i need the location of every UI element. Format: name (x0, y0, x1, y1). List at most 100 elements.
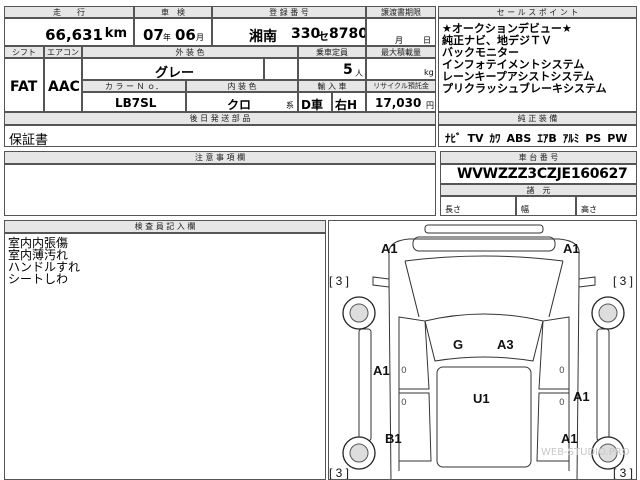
vehicle-diagram: 0 0 0 0 A1 A1 [ 3 ] [ 3 ] G A3 A1 U1 A1 … (329, 224, 633, 480)
left-side-strip (358, 328, 372, 442)
handle-cell: 右H (332, 92, 366, 112)
interior-color-unit: 系 (286, 101, 294, 110)
exterior-color-cell: グレー (82, 58, 264, 80)
mileage-value: 66,631 (45, 26, 103, 44)
max-load-unit: kg (424, 68, 434, 77)
equipment-item: ｴｱB (537, 132, 557, 145)
mark-roof: U1 (473, 391, 490, 406)
equipment-item: PS (585, 132, 602, 145)
height-label: 高さ (581, 205, 597, 214)
front-right-hub (598, 303, 618, 323)
mark-wheel-rear-right: [ 3 ] (613, 466, 633, 480)
mileage-cell: 66,631 km (4, 18, 134, 46)
chassis-label: 車 台 番 号 (440, 151, 637, 164)
inspection-label: 車 検 (134, 6, 212, 18)
sales-points-label: セ ー ル ス ポ イ ン ト (438, 6, 637, 18)
sales-points-list: ★オークションデビュー★ 純正ナビ、地デジＴＶ バックモニター インフォテイメントシス… (442, 23, 636, 95)
aircon-label: エアコン (44, 46, 82, 58)
length-label: 長さ (445, 205, 461, 214)
right-side-strip (596, 328, 610, 442)
inspection-cell: 07 年 06 月 (134, 18, 212, 46)
chassis-cell: WVWZZZ3CZJE160627 (440, 164, 637, 184)
later-docs-value: 保証書 (9, 133, 49, 147)
inspector-lines: 室内内張傷 室内薄汚れ ハンドルすれ シートしわ (8, 237, 325, 285)
sales-point-line: プリクラッシュブレーキシステム (442, 82, 607, 95)
roof-shape (436, 366, 532, 468)
equipment-item: TV (467, 132, 484, 145)
rear-left-hub (349, 443, 369, 463)
import-value: D車 (301, 98, 323, 112)
registration-label: 登 録 番 号 (212, 6, 366, 18)
hood-side-right (548, 260, 564, 318)
mark-wheel-rear-left: [ 3 ] (329, 466, 349, 480)
shift-value: FAT (10, 79, 38, 95)
exterior-color-extra-cell (264, 58, 298, 80)
interior-color-cell: クロ 系 (186, 92, 298, 112)
hood-side-left (404, 260, 420, 318)
shift-label: シフト (4, 46, 44, 58)
equipment-label: 純 正 装 備 (438, 112, 637, 125)
front-bumper-shape (424, 224, 544, 234)
inspector-label: 検 査 員 記 入 欄 (4, 220, 326, 233)
equipment-list: ﾅﾋﾞ TV ｶﾜ ABS ｴｱB ｱﾙﾐ PS PW (445, 130, 633, 146)
transfer-deadline-label: 譲渡書期限 (366, 6, 436, 18)
mark-left-rear: B1 (385, 431, 402, 446)
mark-wheel-front-right: [ 3 ] (613, 274, 633, 288)
equipment-item: PW (607, 132, 628, 145)
mark-windshield: G (453, 337, 463, 352)
inspector-note-line: シートしわ (8, 272, 69, 286)
exterior-color-label: 外 装 色 (82, 46, 298, 58)
interior-color-label: 内 装 色 (186, 80, 298, 92)
handle-value: 右H (335, 98, 358, 112)
registration-region: 湘南 (249, 29, 277, 45)
hood-line (404, 255, 564, 262)
mark-left-front-door: A1 (373, 363, 390, 378)
color-no-cell: LB7SL (82, 92, 186, 112)
windshield-shape (424, 313, 544, 362)
shift-cell: FAT (4, 58, 44, 112)
vehicle-diagram-frame: 0 0 0 0 A1 A1 [ 3 ] [ 3 ] G A3 A1 U1 A1 … (328, 220, 637, 480)
dims-label: 諸 元 (440, 184, 637, 196)
mark-wheel-front-left: [ 3 ] (329, 274, 349, 288)
import-cell: D車 (298, 92, 332, 112)
mark-front-left: A1 (381, 241, 398, 256)
left-mirror-shape (372, 276, 390, 288)
later-docs-label: 後 日 発 送 部 品 (4, 112, 436, 125)
width-cell: 幅 (516, 196, 576, 216)
chassis-value: WVWZZZ3CZJE160627 (457, 166, 628, 182)
registration-cell: 湘南 330 セ 8780 (212, 18, 366, 46)
equipment-item: ﾅﾋﾞ (445, 132, 462, 145)
equipment-item: ｶﾜ (489, 132, 501, 145)
recycle-label: リサイクル預託金 (366, 80, 436, 92)
right-zero-mark-2: 0 (559, 398, 565, 408)
transfer-month-unit: 月 (395, 36, 403, 45)
exterior-color-value: グレー (155, 66, 195, 80)
sales-points-cell: ★オークションデビュー★ 純正ナビ、地デジＴＶ バックモニター インフォテイメントシス… (438, 18, 637, 112)
registration-kana: セ (318, 30, 329, 43)
notes-cell (4, 164, 436, 216)
left-zero-mark-1: 0 (401, 366, 407, 376)
right-zero-mark-1: 0 (559, 366, 565, 376)
max-load-label: 最大積載量 (366, 46, 436, 58)
equipment-item: ｱﾙﾐ (562, 132, 580, 145)
notes-label: 注 意 事 項 欄 (4, 151, 436, 164)
mileage-label: 走 行 (4, 6, 134, 18)
mark-hood-right: A3 (497, 337, 514, 352)
mileage-unit: km (104, 26, 127, 41)
width-label: 幅 (521, 205, 529, 214)
right-mirror-shape (578, 276, 596, 288)
capacity-cell: 5 人 (298, 58, 366, 80)
import-label: 輸 入 車 (298, 80, 366, 92)
recycle-unit: 円 (426, 101, 434, 110)
transfer-day-unit: 日 (423, 36, 431, 45)
mark-right-rear-door: A1 (573, 389, 590, 404)
later-docs-cell: 保証書 (4, 125, 436, 147)
registration-number: 8780 (329, 26, 366, 42)
color-no-value: LB7SL (115, 96, 157, 110)
recycle-cell: 17,030 円 (366, 92, 436, 112)
watermark: WEB-STUDIO.PRO (541, 447, 630, 458)
right-door-front (538, 316, 570, 390)
mark-right-rear: A1 (561, 431, 578, 446)
capacity-value: 5 (343, 62, 353, 78)
inspection-year: 07 (143, 26, 164, 44)
